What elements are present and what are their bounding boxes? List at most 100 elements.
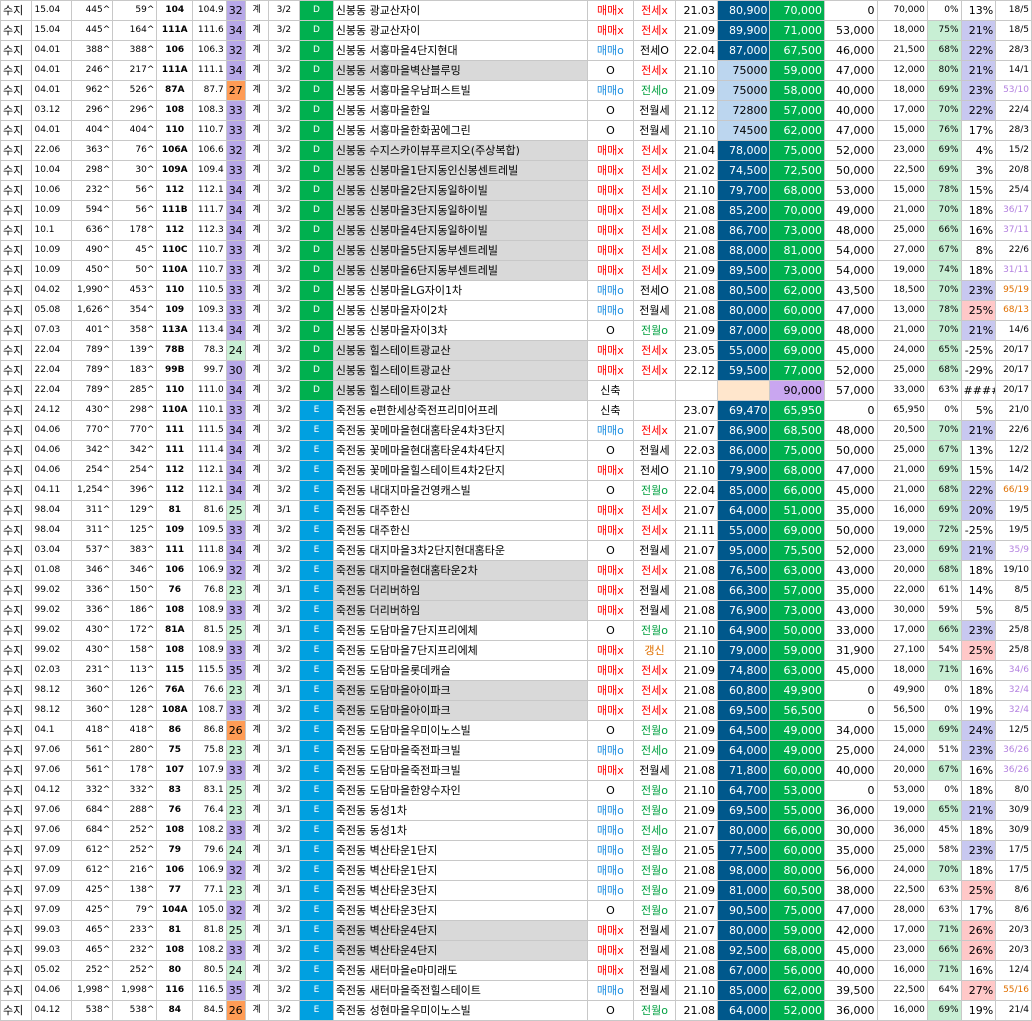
cell-count[interactable]: 21/4 bbox=[995, 1000, 1032, 1021]
cell-gap[interactable]: 24,000 bbox=[876, 340, 928, 361]
cell-change[interactable]: 16% bbox=[960, 660, 997, 681]
cell-built[interactable]: 03.12 bbox=[31, 100, 73, 121]
cell-built[interactable]: 04.06 bbox=[31, 440, 73, 461]
cell-date[interactable]: 21.09 bbox=[674, 740, 718, 761]
cell-area[interactable]: 109.4 bbox=[192, 160, 227, 181]
table-row[interactable]: 수지 10.09 490^ 45^ 110C 110.7 33 계 3/2 D 신봉동 신봉마을5단… bbox=[0, 240, 1032, 261]
cell-total-units[interactable]: 445^ bbox=[71, 20, 114, 41]
cell-heating[interactable]: 계 bbox=[244, 820, 269, 841]
cell-pyeong[interactable]: 23 bbox=[225, 680, 246, 701]
cell-zone[interactable]: E bbox=[299, 740, 334, 761]
cell-name[interactable]: 신봉동 힐스테이트광교산 bbox=[332, 360, 588, 381]
cell-total-units[interactable]: 445^ bbox=[71, 0, 114, 21]
table-row[interactable]: 수지 02.03 231^ 113^ 115 115.5 35 계 3/2 E 죽전동 도담마을롯데… bbox=[0, 660, 1032, 681]
cell-change[interactable]: 26% bbox=[960, 940, 997, 961]
table-row[interactable]: 수지 04.01 404^ 404^ 110 110.7 33 계 3/2 D 신봉동 서홍마을한화… bbox=[0, 120, 1032, 141]
cell-built[interactable]: 04.1 bbox=[31, 720, 73, 741]
cell-price[interactable]: 74,500 bbox=[716, 160, 771, 181]
cell-jeonse[interactable]: 68,000 bbox=[769, 460, 826, 481]
cell-deposit[interactable]: 54,000 bbox=[824, 240, 878, 261]
cell-area[interactable]: 76.6 bbox=[192, 680, 227, 701]
table-row[interactable]: 수지 15.04 445^ 59^ 104 104.9 32 계 3/2 D 신봉동 광교산자이 매매… bbox=[0, 0, 1032, 21]
cell-gap[interactable]: 19,000 bbox=[876, 800, 928, 821]
cell-zone[interactable]: E bbox=[299, 640, 334, 661]
cell-type[interactable]: 87A bbox=[156, 80, 194, 101]
cell-area[interactable]: 112.1 bbox=[192, 460, 227, 481]
cell-pyeong[interactable]: 25 bbox=[225, 780, 246, 801]
cell-type[interactable]: 81 bbox=[156, 500, 194, 521]
cell-pyeong[interactable]: 33 bbox=[225, 640, 246, 661]
table-row[interactable]: 수지 04.06 770^ 770^ 111 111.5 34 계 3/2 E 죽전동 꽃메마을현대… bbox=[0, 420, 1032, 441]
cell-pyeong[interactable]: 33 bbox=[225, 300, 246, 321]
cell-change[interactable]: 23% bbox=[960, 80, 997, 101]
cell-change[interactable]: 25% bbox=[960, 880, 997, 901]
cell-type[interactable]: 77 bbox=[156, 880, 194, 901]
cell-type[interactable]: 108 bbox=[156, 820, 194, 841]
cell-area[interactable]: 105.0 bbox=[192, 900, 227, 921]
table-row[interactable]: 수지 01.08 346^ 346^ 106 106.9 32 계 3/2 E 죽전동 대지마을현대… bbox=[0, 560, 1032, 581]
cell-sale[interactable]: O bbox=[586, 620, 635, 641]
cell-region[interactable]: 수지 bbox=[0, 580, 33, 601]
cell-count[interactable]: 28/3 bbox=[995, 40, 1032, 61]
cell-price[interactable]: 95,000 bbox=[716, 540, 771, 561]
cell-deposit[interactable]: 43,000 bbox=[824, 600, 878, 621]
cell-type-units[interactable]: 158^ bbox=[112, 640, 158, 661]
cell-name[interactable]: 죽전동 도담마을아이파크 bbox=[332, 700, 588, 721]
cell-gap[interactable]: 56,500 bbox=[876, 700, 928, 721]
cell-name[interactable]: 신봉동 신봉마을자이3차 bbox=[332, 320, 588, 341]
cell-price[interactable]: 92,500 bbox=[716, 940, 771, 961]
cell-jeonse[interactable]: 68,000 bbox=[769, 940, 826, 961]
cell-price[interactable]: 86,000 bbox=[716, 440, 771, 461]
cell-jeonse[interactable]: 53,000 bbox=[769, 780, 826, 801]
cell-region[interactable]: 수지 bbox=[0, 920, 33, 941]
cell-lease[interactable]: 전세x bbox=[633, 20, 676, 41]
cell-count[interactable]: 22/6 bbox=[995, 420, 1032, 441]
cell-type-units[interactable]: 76^ bbox=[112, 140, 158, 161]
cell-pyeong[interactable]: 24 bbox=[225, 340, 246, 361]
cell-lease[interactable]: 전세x bbox=[633, 200, 676, 221]
cell-rooms[interactable]: 3/2 bbox=[267, 760, 301, 781]
cell-price[interactable]: 64,500 bbox=[716, 720, 771, 741]
cell-region[interactable]: 수지 bbox=[0, 980, 33, 1001]
cell-heating[interactable]: 계 bbox=[244, 640, 269, 661]
cell-rooms[interactable]: 3/2 bbox=[267, 320, 301, 341]
cell-sale[interactable]: O bbox=[586, 320, 635, 341]
cell-area[interactable]: 111.4 bbox=[192, 440, 227, 461]
cell-total-units[interactable]: 425^ bbox=[71, 880, 114, 901]
cell-region[interactable]: 수지 bbox=[0, 300, 33, 321]
cell-deposit[interactable]: 53,000 bbox=[824, 180, 878, 201]
cell-region[interactable]: 수지 bbox=[0, 640, 33, 661]
cell-lease[interactable]: 전월세 bbox=[633, 300, 676, 321]
cell-count[interactable]: 14/6 bbox=[995, 320, 1032, 341]
cell-built[interactable]: 24.12 bbox=[31, 400, 73, 421]
cell-built[interactable]: 98.12 bbox=[31, 700, 73, 721]
cell-zone[interactable]: E bbox=[299, 560, 334, 581]
cell-lease[interactable]: 전세x bbox=[633, 260, 676, 281]
cell-date[interactable]: 21.02 bbox=[674, 160, 718, 181]
cell-count[interactable]: 53/10 bbox=[995, 80, 1032, 101]
cell-region[interactable]: 수지 bbox=[0, 420, 33, 441]
cell-type-units[interactable]: 232^ bbox=[112, 940, 158, 961]
table-row[interactable]: 수지 97.09 425^ 138^ 77 77.1 23 계 3/1 E 죽전동 벽산타운3단지 매… bbox=[0, 880, 1032, 901]
cell-heating[interactable]: 계 bbox=[244, 920, 269, 941]
cell-built[interactable]: 22.04 bbox=[31, 360, 73, 381]
cell-price[interactable]: 88,000 bbox=[716, 240, 771, 261]
cell-built[interactable]: 10.09 bbox=[31, 200, 73, 221]
cell-type-units[interactable]: 296^ bbox=[112, 100, 158, 121]
cell-type-units[interactable]: 113^ bbox=[112, 660, 158, 681]
cell-ratio[interactable]: 0% bbox=[926, 400, 962, 421]
cell-heating[interactable]: 계 bbox=[244, 560, 269, 581]
cell-date[interactable]: 21.07 bbox=[674, 420, 718, 441]
cell-rooms[interactable]: 3/2 bbox=[267, 700, 301, 721]
cell-gap[interactable]: 18,000 bbox=[876, 20, 928, 41]
cell-region[interactable]: 수지 bbox=[0, 620, 33, 641]
cell-ratio[interactable]: 0% bbox=[926, 0, 962, 21]
cell-gap[interactable]: 21,500 bbox=[876, 40, 928, 61]
cell-type[interactable]: 112 bbox=[156, 180, 194, 201]
cell-sale[interactable]: 매매o bbox=[586, 420, 635, 441]
cell-jeonse[interactable]: 59,000 bbox=[769, 920, 826, 941]
cell-zone[interactable]: E bbox=[299, 660, 334, 681]
cell-change[interactable]: 21% bbox=[960, 320, 997, 341]
cell-heating[interactable]: 계 bbox=[244, 480, 269, 501]
cell-region[interactable]: 수지 bbox=[0, 780, 33, 801]
